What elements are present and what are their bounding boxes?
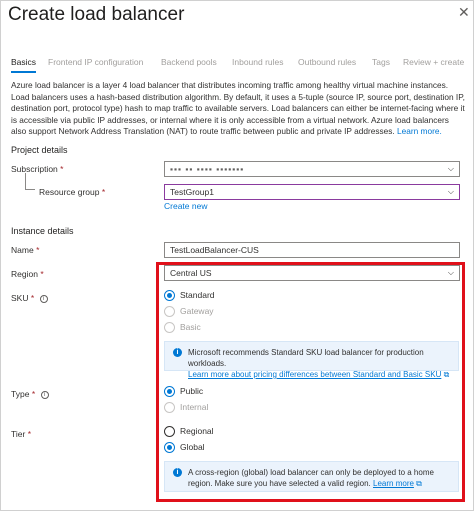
required-marker: * — [27, 429, 32, 439]
chevron-down-icon: ⌵ — [447, 187, 454, 196]
resource-group-dropdown[interactable]: TestGroup1 ⌵ — [164, 184, 460, 200]
tab-frontend-ip-configuration[interactable]: Frontend IP configuration — [48, 57, 143, 67]
resource-group-value: TestGroup1 — [170, 187, 214, 197]
tab-basics[interactable]: Basics — [11, 57, 36, 67]
tree-connector-branch — [25, 189, 35, 190]
highlight-box — [156, 262, 465, 502]
tab-strip: Basics Frontend IP configuration Backend… — [11, 57, 471, 73]
sku-label: SKU * i — [11, 293, 48, 303]
region-label: Region * — [11, 269, 44, 279]
tab-review-create[interactable]: Review + create — [403, 57, 464, 67]
active-tab-indicator — [11, 71, 36, 73]
sku-label-text: SKU — [11, 293, 29, 303]
page-title: Create load balancer — [8, 4, 185, 25]
create-new-link[interactable]: Create new — [164, 201, 207, 211]
intro-text: Azure load balancer is a layer 4 load ba… — [11, 80, 466, 138]
info-icon[interactable]: i — [39, 294, 48, 303]
required-marker: * — [30, 293, 35, 303]
resource-group-label-text: Resource group — [39, 187, 100, 197]
tab-tags[interactable]: Tags — [372, 57, 390, 67]
subscription-label: Subscription * — [11, 164, 63, 174]
name-label: Name * — [11, 245, 39, 255]
name-label-text: Name — [11, 245, 34, 255]
name-input[interactable]: TestLoadBalancer-CUS — [164, 242, 460, 258]
info-icon[interactable]: i — [40, 390, 49, 399]
required-marker: * — [60, 164, 64, 174]
tab-backend-pools[interactable]: Backend pools — [161, 57, 217, 67]
required-marker: * — [40, 269, 44, 279]
resource-group-label: Resource group * — [39, 187, 105, 197]
tab-inbound-rules[interactable]: Inbound rules — [232, 57, 284, 67]
required-marker: * — [101, 187, 106, 197]
subscription-value: ▪▪▪ ▪▪ ▪▪▪▪ ▪▪▪▪▪▪▪ — [170, 164, 245, 174]
tier-label-text: Tier — [11, 429, 26, 439]
tree-connector — [25, 173, 26, 189]
subscription-dropdown[interactable]: ▪▪▪ ▪▪ ▪▪▪▪ ▪▪▪▪▪▪▪ ⌵ — [164, 161, 460, 177]
learn-more-link[interactable]: Learn more. — [397, 126, 442, 136]
chevron-down-icon: ⌵ — [447, 164, 454, 173]
type-label-text: Type — [11, 389, 30, 399]
required-marker: * — [36, 245, 40, 255]
subscription-label-text: Subscription — [11, 164, 58, 174]
project-details-heading: Project details — [11, 145, 68, 155]
type-label: Type * i — [11, 389, 49, 399]
instance-details-heading: Instance details — [11, 226, 74, 236]
close-icon[interactable]: ✕ — [458, 4, 470, 21]
required-marker: * — [31, 389, 36, 399]
region-label-text: Region — [11, 269, 38, 279]
tab-outbound-rules[interactable]: Outbound rules — [298, 57, 356, 67]
tier-label: Tier * — [11, 429, 31, 439]
